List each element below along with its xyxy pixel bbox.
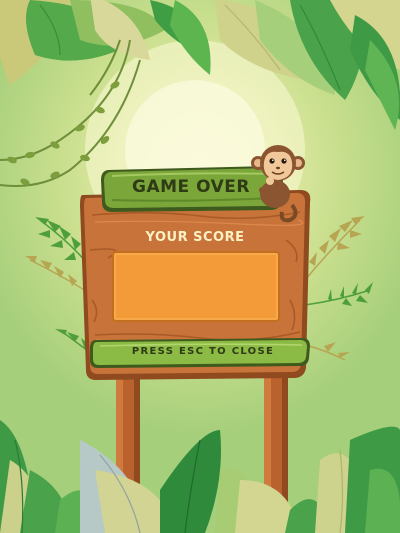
score-display [112,251,280,322]
score-label: YOUR SCORE [145,230,245,245]
bottom-foreground-leaves [0,420,400,533]
close-hint: PRESS ESC TO CLOSE [131,346,275,357]
game-over-screen: GAME OVER YOUR SCORE PRESS ESC TO CLOSE [0,0,400,533]
score-value [114,253,278,320]
game-over-title: GAME OVER [132,177,250,197]
